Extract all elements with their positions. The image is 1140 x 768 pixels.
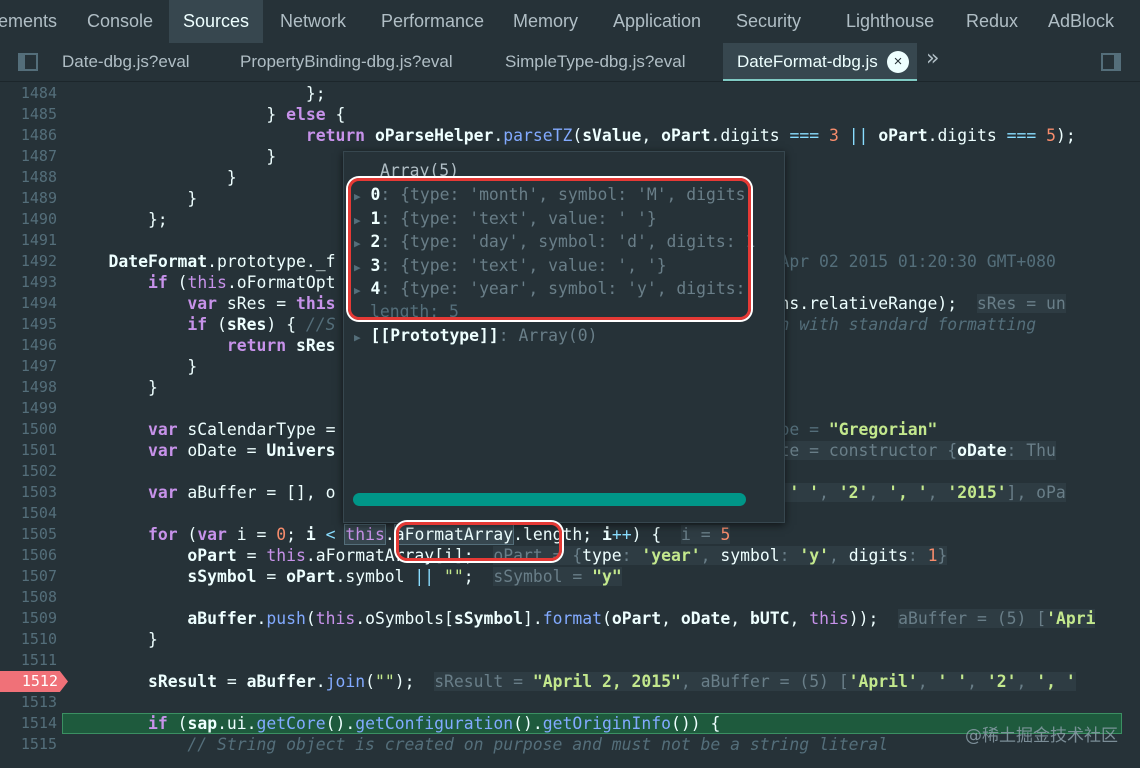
file-tab-bar: Date-dbg.js?eval PropertyBinding-dbg.js?… <box>0 43 1140 82</box>
line-number[interactable]: 1497 <box>0 356 57 377</box>
tab-memory[interactable]: Memory <box>513 0 578 43</box>
close-icon[interactable]: × <box>887 51 909 73</box>
line-number[interactable]: 1498 <box>0 377 57 398</box>
line-number[interactable]: 1485 <box>0 104 57 125</box>
toggle-debugger-icon[interactable] <box>1101 53 1121 71</box>
file-tab-propertybinding[interactable]: PropertyBinding-dbg.js?eval <box>240 43 453 81</box>
code-line: } <box>69 630 158 649</box>
watermark: @稀土掘金技术社区 <box>965 726 1118 746</box>
line-number[interactable]: 1511 <box>0 650 57 671</box>
tab-security[interactable]: Security <box>736 0 801 43</box>
code-line: }; <box>69 210 168 229</box>
line-number[interactable]: 1484 <box>0 83 57 104</box>
tab-sources[interactable]: Sources <box>169 0 264 43</box>
line-number[interactable]: 1487 <box>0 146 57 167</box>
devtools-tab-bar: ements Console Sources Network Performan… <box>0 0 1140 44</box>
line-number[interactable]: 1488 <box>0 167 57 188</box>
more-tabs-icon[interactable]: » <box>926 46 939 71</box>
line-number[interactable]: 1490 <box>0 209 57 230</box>
line-number[interactable]: 1493 <box>0 272 57 293</box>
code-line: } <box>69 357 198 376</box>
code-line: if (sap.ui.getCore().getConfiguration().… <box>147 714 721 733</box>
prototype-value: Array(0) <box>518 326 598 345</box>
tab-console[interactable]: Console <box>87 0 153 43</box>
code-line: sResult = aBuffer.join(""); sResult = "A… <box>147 672 1076 691</box>
toggle-navigator-icon[interactable] <box>18 53 38 71</box>
line-number[interactable]: 1500 <box>0 419 57 440</box>
tab-elements[interactable]: ements <box>0 0 57 43</box>
line-number[interactable]: 1502 <box>0 461 57 482</box>
line-number[interactable]: 1491 <box>0 230 57 251</box>
line-number[interactable]: 1506 <box>0 545 57 566</box>
line-number[interactable]: 1499 <box>0 398 57 419</box>
code-line: }; <box>305 84 326 103</box>
prototype-label: [[Prototype]] <box>370 326 499 345</box>
file-tab-simpletype[interactable]: SimpleType-dbg.js?eval <box>505 43 685 81</box>
array-highlight-box <box>348 178 751 320</box>
line-number[interactable]: 1503 <box>0 482 57 503</box>
code-line: return sRes <box>226 336 336 355</box>
file-tab-date[interactable]: Date-dbg.js?eval <box>62 43 190 81</box>
tab-application[interactable]: Application <box>613 0 701 43</box>
line-number[interactable]: 1515 <box>0 734 57 755</box>
code-line: if (this.oFormatOpt <box>147 273 336 292</box>
token-highlight-box <box>396 522 562 561</box>
line-number[interactable]: 1509 <box>0 608 57 629</box>
line-number[interactable]: 1505 <box>0 524 57 545</box>
line-number[interactable]: 1501 <box>0 440 57 461</box>
file-tab-label: DateFormat-dbg.js <box>737 52 878 71</box>
tab-adblock[interactable]: AdBlock <box>1048 0 1114 43</box>
horizontal-scrollbar[interactable] <box>353 493 746 506</box>
line-number[interactable]: 1514 <box>0 713 57 734</box>
line-number[interactable]: 1495 <box>0 314 57 335</box>
line-number[interactable]: 1508 <box>0 587 57 608</box>
file-tab-dateformat[interactable]: DateFormat-dbg.js × <box>723 43 917 81</box>
line-number[interactable]: 1486 <box>0 125 57 146</box>
code-line: // String object is created on purpose a… <box>187 735 889 754</box>
code-line: } else { <box>69 105 346 124</box>
prototype-entry[interactable]: ▶ [[Prototype]]: Array(0) <box>354 324 598 350</box>
line-number[interactable]: 1510 <box>0 629 57 650</box>
line-number[interactable]: 1496 <box>0 335 57 356</box>
line-number[interactable]: 1494 <box>0 293 57 314</box>
breakpoint-marker[interactable]: 1512 <box>0 671 68 692</box>
line-number[interactable]: 1504 <box>0 503 57 524</box>
code-line: return oParseHelper.parseTZ(sValue, oPar… <box>305 126 1076 145</box>
tab-lighthouse[interactable]: Lighthouse <box>846 0 934 43</box>
code-line: } <box>69 378 158 397</box>
line-number[interactable]: 1513 <box>0 692 57 713</box>
tab-network[interactable]: Network <box>280 0 346 43</box>
code-line: aBuffer.push(this.oSymbols[sSymbol].form… <box>187 609 1096 628</box>
tab-performance[interactable]: Performance <box>381 0 484 43</box>
tab-redux[interactable]: Redux <box>966 0 1018 43</box>
line-number[interactable]: 1507 <box>0 566 57 587</box>
code-line: } <box>69 147 277 166</box>
code-line: } <box>69 168 237 187</box>
line-number[interactable]: 1489 <box>0 188 57 209</box>
code-line: sSymbol = oPart.symbol || ""; sSymbol = … <box>187 567 622 586</box>
code-line: } <box>69 189 198 208</box>
line-number[interactable]: 1492 <box>0 251 57 272</box>
